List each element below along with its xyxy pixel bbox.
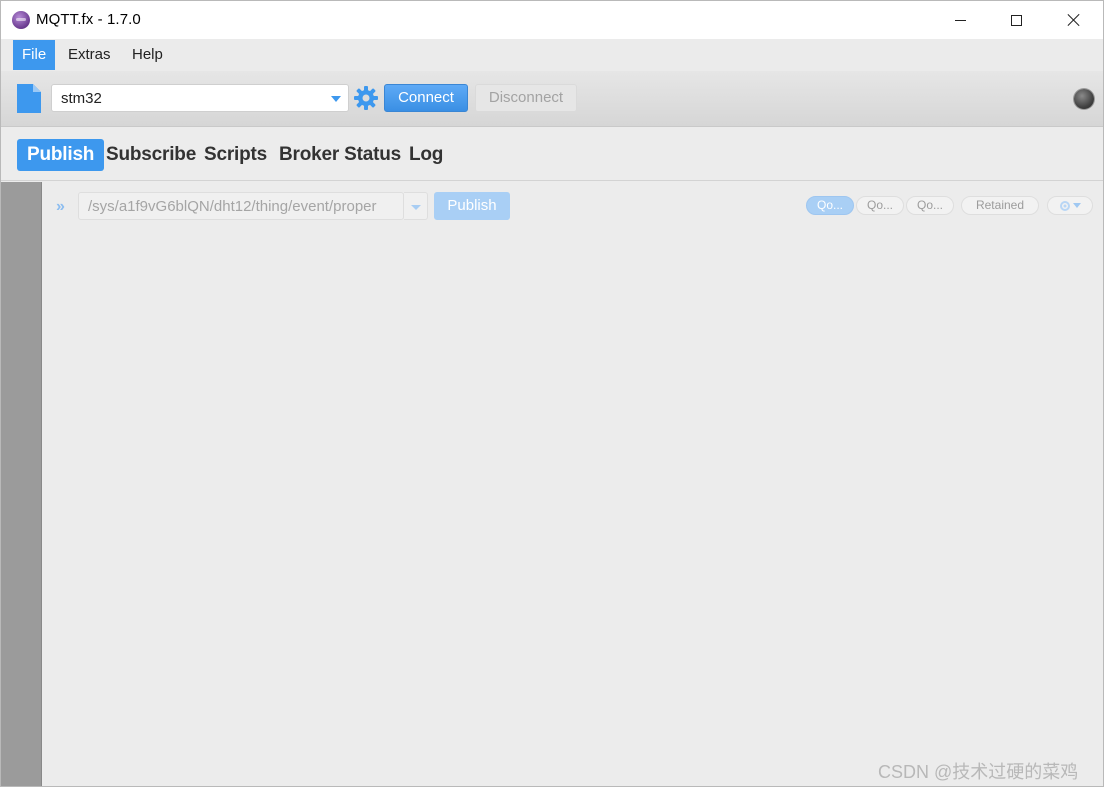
minimize-button[interactable] [931,1,989,39]
connection-profile-select[interactable]: stm32 [51,84,349,112]
menu-bar: File Extras Help [1,39,1103,71]
tab-publish[interactable]: Publish [17,139,105,171]
maximize-button[interactable] [987,1,1045,39]
close-button[interactable] [1045,1,1103,39]
mqttfx-logo-icon [12,11,30,29]
app-window: MQTT.fx - 1.7.0 File Extras Help stm32 C… [0,0,1104,787]
settings-dropdown-icon[interactable] [1047,196,1093,215]
watermark-text: CSDN @技术过硬的菜鸡 [878,762,1079,782]
main-tabs: Publish Subscribe Scripts Broker Status … [1,128,1103,181]
connection-toolbar: stm32 Connect Disconnect [1,71,1103,127]
tab-subscribe[interactable]: Subscribe [96,139,206,171]
connection-status-led [1074,89,1094,109]
qos2-toggle[interactable]: Qo... [906,196,954,215]
connect-button[interactable]: Connect [384,84,468,112]
tab-log[interactable]: Log [399,139,453,171]
chevron-down-icon [411,205,421,210]
profile-value: stm32 [61,90,102,107]
small-gear-icon [1060,200,1070,211]
close-icon [1067,13,1081,27]
topic-input[interactable]: /sys/a1f9vG6blQN/dht12/thing/event/prope… [78,192,404,220]
title-bar: MQTT.fx - 1.7.0 [1,1,1103,39]
menu-file[interactable]: File [13,40,56,70]
disconnect-button[interactable]: Disconnect [475,84,577,112]
document-icon[interactable] [17,84,41,113]
publish-panel: » /sys/a1f9vG6blQN/dht12/thing/event/pro… [1,182,1103,786]
menu-help[interactable]: Help [124,40,171,70]
window-title: MQTT.fx - 1.7.0 [36,11,141,28]
caret-down-icon [1073,203,1081,209]
retained-toggle[interactable]: Retained [961,196,1039,215]
maximize-icon [1010,14,1022,26]
double-chevron-right-icon[interactable]: » [56,199,65,215]
topic-value: /sys/a1f9vG6blQN/dht12/thing/event/prope… [88,198,377,215]
left-side-strip [1,182,42,786]
topic-dropdown-button[interactable] [404,192,428,220]
qos0-toggle[interactable]: Qo... [806,196,854,215]
gear-icon[interactable] [354,86,378,110]
qos1-toggle[interactable]: Qo... [856,196,904,215]
publish-button[interactable]: Publish [434,192,510,220]
menu-extras[interactable]: Extras [60,40,119,70]
tab-broker-status[interactable]: Broker Status [269,139,411,171]
tab-scripts[interactable]: Scripts [194,139,277,171]
minimize-icon [954,19,966,21]
chevron-down-icon [331,96,341,102]
